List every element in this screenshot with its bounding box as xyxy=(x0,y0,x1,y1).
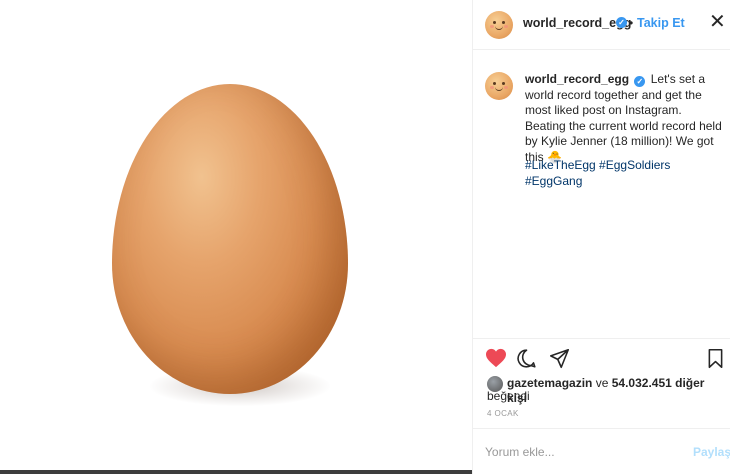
verified-icon: ✓ xyxy=(634,76,646,87)
comment-bar: Paylaş xyxy=(473,428,730,474)
caption-text: world_record_egg ✓ Let's set a world rec… xyxy=(525,72,723,165)
separator-dot: • xyxy=(629,16,634,30)
share-icon[interactable] xyxy=(549,348,570,374)
bottom-strip xyxy=(0,470,472,474)
post-panel: world_record_egg ✓ • Takip Et ✕ world_re… xyxy=(472,0,730,474)
follow-button[interactable]: Takip Et xyxy=(637,16,685,30)
egg-photo xyxy=(112,84,348,394)
caption-avatar[interactable] xyxy=(485,72,513,100)
post-header: world_record_egg ✓ • Takip Et ✕ xyxy=(473,0,730,50)
action-bar xyxy=(473,338,730,378)
verified-icon: ✓ xyxy=(616,17,627,28)
liker-username[interactable]: gazetemagazin xyxy=(507,376,592,390)
post-date[interactable]: 4 OCAK xyxy=(487,409,519,418)
likes-suffix: beğendi xyxy=(487,389,530,403)
caption-hashtags[interactable]: #LikeTheEgg #EggSoldiers #EggGang xyxy=(525,158,723,189)
comment-input[interactable] xyxy=(485,443,675,461)
profile-avatar[interactable] xyxy=(485,11,513,39)
bookmark-icon[interactable] xyxy=(707,348,724,374)
comment-icon[interactable] xyxy=(516,348,537,374)
likes-connector: ve xyxy=(595,376,609,390)
post-image[interactable] xyxy=(0,0,472,474)
post-comment-button[interactable]: Paylaş xyxy=(693,445,730,459)
close-icon[interactable]: ✕ xyxy=(709,12,726,32)
heart-icon[interactable] xyxy=(485,348,507,373)
caption-username[interactable]: world_record_egg xyxy=(525,72,629,86)
